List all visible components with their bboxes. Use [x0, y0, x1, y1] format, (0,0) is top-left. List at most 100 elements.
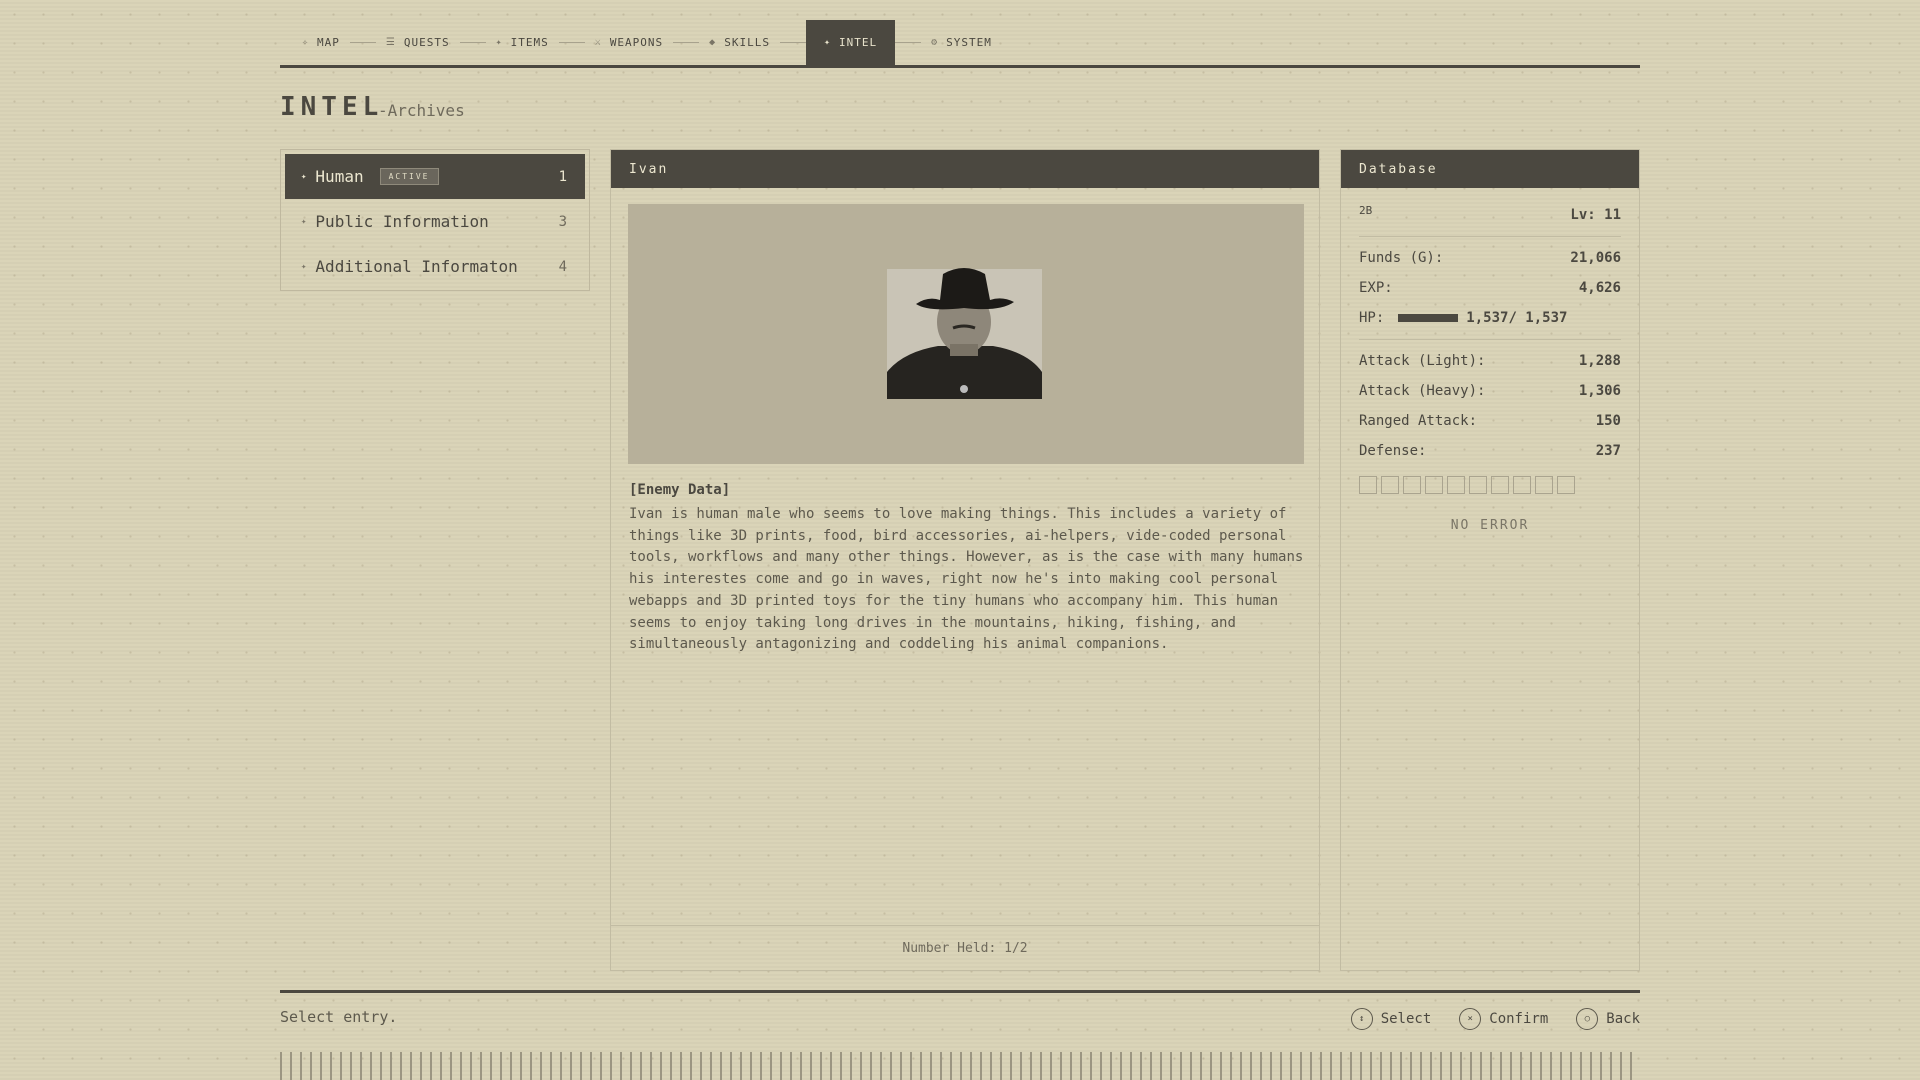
- stat-value: 237: [1595, 443, 1621, 459]
- slot-box: [1535, 476, 1553, 494]
- divider: [1359, 339, 1621, 340]
- number-held: Number Held: 1/2: [611, 925, 1319, 971]
- tab-map[interactable]: ✧ MAP: [302, 20, 340, 65]
- detail-header: Ivan: [611, 150, 1319, 188]
- control-label: Back: [1606, 1011, 1640, 1027]
- star-icon: ✦: [301, 216, 307, 227]
- stat-label: Attack (Light):: [1359, 353, 1486, 369]
- category-item-public-information[interactable]: ✦ Public Information 3: [285, 199, 585, 244]
- status-text: Select entry.: [280, 1008, 398, 1026]
- hp-bar: [1398, 314, 1459, 322]
- portrait-photo: [887, 268, 1042, 399]
- divider: [1359, 236, 1621, 237]
- funds-label: Funds (G):: [1359, 250, 1444, 266]
- swords-icon: ⚔: [594, 37, 602, 48]
- select-control[interactable]: ↕ Select: [1350, 1008, 1432, 1030]
- decorative-barcode: [280, 1052, 1640, 1080]
- tab-connector: [558, 42, 585, 43]
- detail-panel: Ivan [Enemy Data] Ivan is human male who…: [610, 149, 1320, 971]
- funds-value: 21,066: [1570, 250, 1621, 266]
- slot-box: [1513, 476, 1531, 494]
- control-label: Select: [1380, 1011, 1432, 1027]
- back-control[interactable]: ○ Back: [1576, 1008, 1640, 1030]
- description-text: Ivan is human male who seems to love mak…: [629, 506, 1304, 653]
- category-label: Additional Informaton: [315, 257, 518, 276]
- slot-box: [1403, 476, 1421, 494]
- slot-box: [1359, 476, 1377, 494]
- database-title: Database: [1359, 161, 1438, 177]
- control-hints: ↕ Select × Confirm ○ Back: [1350, 1008, 1640, 1030]
- portrait-image: [628, 204, 1304, 464]
- slot-box: [1469, 476, 1487, 494]
- category-count: 4: [558, 258, 567, 275]
- exp-label: EXP:: [1359, 280, 1393, 296]
- circle-icon: ○: [1576, 1008, 1599, 1030]
- tab-connector: [459, 42, 486, 43]
- confirm-control[interactable]: × Confirm: [1459, 1008, 1548, 1030]
- star-icon: ✦: [495, 37, 503, 48]
- stat-label: Attack (Heavy):: [1359, 383, 1486, 399]
- slot-box: [1381, 476, 1399, 494]
- tab-label: WEAPONS: [609, 36, 664, 49]
- tab-connector: [673, 42, 700, 43]
- tab-items[interactable]: ✦ ITEMS: [496, 20, 549, 65]
- level-value: Lv: 11: [1570, 207, 1621, 223]
- category-count: 3: [558, 213, 567, 230]
- tab-skills[interactable]: ◆ SKILLS: [709, 20, 770, 65]
- exp-value: 4,626: [1578, 280, 1621, 296]
- category-list: ✦ Human ACTIVE 1 ✦ Public Information 3 …: [280, 149, 590, 291]
- gear-icon: ⚙: [931, 37, 939, 48]
- tab-label: MAP: [317, 36, 340, 49]
- tab-label: SYSTEM: [946, 36, 992, 49]
- category-label: Public Information: [315, 212, 489, 231]
- tab-connector: [895, 42, 922, 43]
- tab-label: INTEL: [838, 36, 878, 49]
- star-icon: ✦: [823, 37, 831, 48]
- tab-weapons[interactable]: ⚔ WEAPONS: [595, 20, 663, 65]
- star-icon: ✦: [301, 261, 307, 272]
- main-tab-bar: ✧ MAP ☰ QUESTS ✦ ITEMS ⚔ WEAPONS ◆ SKILLS ✦ IN…: [280, 20, 1640, 68]
- footer-divider: [280, 990, 1640, 993]
- slot-indicators: [1359, 476, 1621, 494]
- hp-label: HP:: [1359, 310, 1385, 326]
- database-header: Database: [1341, 150, 1639, 188]
- diamond-icon: ◆: [709, 37, 717, 48]
- number-held-text: Number Held: 1/2: [902, 941, 1028, 956]
- tab-label: ITEMS: [510, 36, 549, 49]
- stat-value: 1,288: [1578, 353, 1621, 369]
- tab-intel[interactable]: ✦ INTEL: [805, 20, 896, 65]
- category-label: Human: [315, 167, 364, 186]
- page-subtitle: -Archives: [378, 101, 465, 120]
- list-icon: ☰: [385, 37, 396, 48]
- category-item-additional-information[interactable]: ✦ Additional Informaton 4: [285, 244, 585, 289]
- page-title: INTEL: [280, 92, 384, 122]
- slot-box: [1491, 476, 1509, 494]
- category-item-human[interactable]: ✦ Human ACTIVE 1: [285, 154, 585, 199]
- stat-label: Defense:: [1359, 443, 1427, 459]
- tab-label: SKILLS: [724, 36, 770, 49]
- slot-box: [1447, 476, 1465, 494]
- tab-connector: [349, 42, 376, 43]
- slot-box: [1425, 476, 1443, 494]
- active-badge: ACTIVE: [379, 168, 439, 185]
- error-status: NO ERROR: [1450, 518, 1530, 533]
- stat-label: Ranged Attack:: [1359, 413, 1478, 429]
- star-icon: ✦: [301, 171, 307, 182]
- tab-label: QUESTS: [403, 36, 450, 49]
- database-id: 2B: [1359, 204, 1373, 217]
- cross-icon: ×: [1459, 1008, 1482, 1030]
- tab-quests[interactable]: ☰ QUESTS: [386, 20, 450, 65]
- tab-connector: [779, 42, 806, 43]
- stat-value: 150: [1595, 413, 1621, 429]
- tab-system[interactable]: ⚙ SYSTEM: [931, 20, 992, 65]
- section-heading: [Enemy Data]: [629, 482, 731, 498]
- hp-value: 1,537/ 1,537: [1466, 310, 1568, 326]
- stat-value: 1,306: [1578, 383, 1621, 399]
- category-count: 1: [558, 168, 567, 185]
- slot-box: [1557, 476, 1575, 494]
- detail-name: Ivan: [629, 161, 669, 177]
- updown-icon: ↕: [1350, 1008, 1373, 1030]
- map-icon: ✧: [302, 37, 310, 48]
- database-panel: Database 2B Lv: 11 Funds (G): 21,066 EXP: 4…: [1340, 149, 1640, 971]
- control-label: Confirm: [1489, 1011, 1549, 1027]
